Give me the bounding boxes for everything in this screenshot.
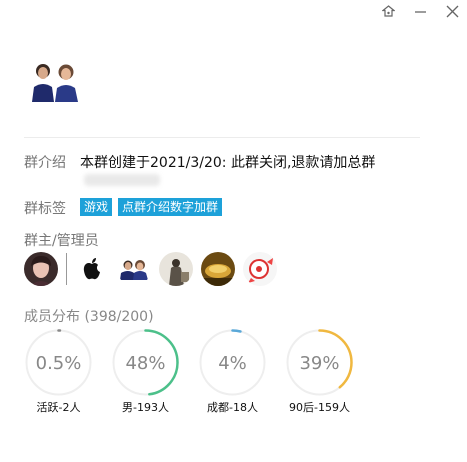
stat-gender: 48% 男-193人 xyxy=(111,328,180,415)
admin-avatar-gold[interactable] xyxy=(201,252,235,286)
intro-text: 本群创建于2021/3/20: 此群关闭,退款请加总群 xyxy=(80,155,376,171)
pin-icon[interactable] xyxy=(381,4,395,18)
members-label: 成员分布 (398/200) xyxy=(24,309,154,325)
owner-admin-separator xyxy=(66,253,67,285)
stat-caption: 成都-18人 xyxy=(207,401,258,414)
intro-label: 群介绍 xyxy=(24,155,66,171)
close-icon[interactable] xyxy=(445,4,459,18)
stat-percent: 4% xyxy=(218,353,247,374)
window-controls xyxy=(381,4,459,18)
stat-caption: 活跃-2人 xyxy=(36,401,81,414)
stat-ring: 48% xyxy=(112,329,179,396)
divider xyxy=(24,137,420,138)
member-stats: 0.5% 活跃-2人 48% 男-193人 4% 成都-18人 39% 90后-… xyxy=(24,328,372,415)
tag-join-group[interactable]: 点群介绍数字加群 xyxy=(118,198,223,216)
stat-ring: 39% xyxy=(286,329,353,396)
tag-game[interactable]: 游戏 xyxy=(80,198,113,216)
admins-label: 群主/管理员 xyxy=(24,233,99,249)
admin-avatar-owner[interactable] xyxy=(24,252,58,286)
stat-ring: 0.5% xyxy=(25,329,92,396)
group-avatar[interactable] xyxy=(28,60,82,102)
admin-avatar-cartoon[interactable] xyxy=(243,252,277,286)
stat-caption: 90后-159人 xyxy=(289,401,350,414)
admin-avatar-couple[interactable] xyxy=(117,252,151,286)
stat-caption: 男-193人 xyxy=(122,401,169,414)
admin-avatar-apple[interactable] xyxy=(75,252,109,286)
stat-percent: 0.5% xyxy=(36,353,82,374)
tags-label: 群标签 xyxy=(24,201,66,217)
blurred-text xyxy=(84,174,160,186)
stat-age: 39% 90后-159人 xyxy=(285,328,354,415)
minimize-icon[interactable] xyxy=(413,4,427,18)
admin-avatar-figure[interactable] xyxy=(159,252,193,286)
stat-percent: 48% xyxy=(125,353,165,374)
admin-list xyxy=(24,252,285,286)
stat-percent: 39% xyxy=(299,353,339,374)
stat-city: 4% 成都-18人 xyxy=(198,328,267,415)
stat-ring: 4% xyxy=(199,329,266,396)
stat-active: 0.5% 活跃-2人 xyxy=(24,328,93,415)
